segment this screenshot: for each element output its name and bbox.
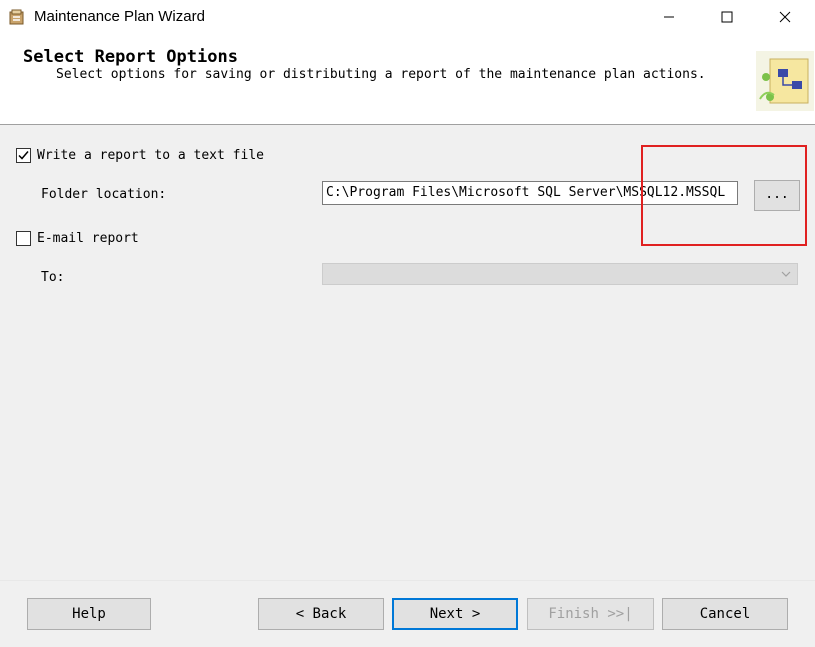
maximize-button[interactable] (704, 0, 750, 34)
app-icon (9, 9, 24, 25)
maximize-icon (721, 11, 733, 23)
wizard-header: Select Report Options Select options for… (0, 34, 815, 125)
folder-location-input[interactable]: C:\Program Files\Microsoft SQL Server\MS… (322, 181, 738, 205)
to-label: To: (41, 270, 65, 285)
page-subtitle: Select options for saving or distributin… (56, 67, 706, 82)
chevron-down-icon (781, 271, 791, 277)
minimize-icon (664, 16, 674, 18)
wizard-graphic-icon (756, 51, 814, 111)
folder-location-label: Folder location: (41, 187, 167, 202)
email-report-label[interactable]: E-mail report (37, 231, 139, 246)
close-icon (779, 11, 791, 23)
footer-divider (0, 580, 815, 581)
email-report-checkbox[interactable] (16, 231, 31, 246)
cancel-button[interactable]: Cancel (662, 598, 788, 630)
title-bar: Maintenance Plan Wizard (0, 0, 815, 34)
next-button[interactable]: Next > (392, 598, 518, 630)
window-title: Maintenance Plan Wizard (34, 8, 205, 25)
help-button[interactable]: Help (27, 598, 151, 630)
page-title: Select Report Options (23, 47, 238, 67)
write-report-checkbox[interactable] (16, 148, 31, 163)
minimize-button[interactable] (646, 0, 692, 34)
to-combobox[interactable] (322, 263, 798, 285)
browse-button[interactable]: ... (754, 180, 800, 211)
write-report-label[interactable]: Write a report to a text file (37, 148, 264, 163)
back-button[interactable]: < Back (258, 598, 384, 630)
checkmark-icon (18, 151, 29, 160)
finish-button[interactable]: Finish >>| (527, 598, 654, 630)
close-button[interactable] (762, 0, 808, 34)
